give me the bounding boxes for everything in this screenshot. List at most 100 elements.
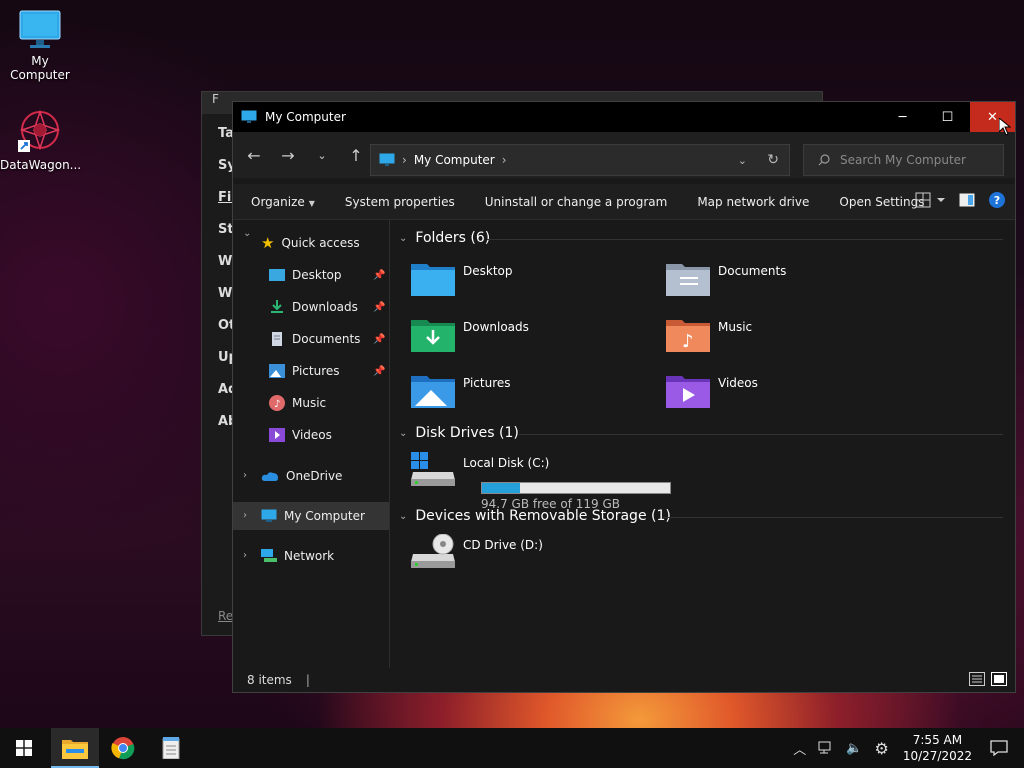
sidebar-item-desktop[interactable]: Desktop 📌 (269, 262, 389, 288)
sidebar-item-videos[interactable]: Videos (269, 422, 332, 448)
folder-tile-downloads[interactable]: Downloads (411, 316, 529, 352)
pictures-folder-icon (411, 376, 455, 408)
background-window-title: F (212, 92, 219, 106)
recent-locations-chevron-icon[interactable]: ⌄ (305, 149, 339, 162)
clock[interactable]: 7:55 AM 10/27/2022 (903, 732, 972, 764)
caret-down-icon: ▼ (308, 198, 315, 208)
address-bar[interactable]: › My Computer › ⌄ ↻ (370, 144, 790, 176)
sidebar-item-music[interactable]: ♪ Music (269, 390, 326, 416)
window-title: My Computer (265, 110, 346, 124)
window-titlebar[interactable]: My Computer ─ ☐ ✕ (233, 102, 1015, 132)
group-title: Disk Drives (1) (415, 425, 519, 441)
taskbar-notepad[interactable] (147, 728, 195, 768)
star-icon: ★ (261, 234, 275, 252)
documents-folder-icon (666, 264, 710, 296)
address-dropdown-chevron-icon[interactable]: ⌄ (738, 154, 747, 167)
mouse-cursor-icon (999, 118, 1011, 136)
folder-label: Pictures (463, 376, 511, 390)
chevron-up-icon[interactable]: ︿ (793, 739, 806, 758)
taskbar-file-explorer[interactable] (51, 728, 99, 768)
pin-icon[interactable]: 📌 (373, 270, 385, 281)
up-arrow-icon[interactable]: ↑ (339, 146, 373, 165)
chevron-right-icon[interactable]: › (243, 470, 247, 481)
sidebar-item-label: OneDrive (286, 469, 343, 483)
desktop-icon-label: DataWagon... (0, 158, 82, 172)
details-view-icon[interactable] (969, 672, 985, 686)
pin-icon[interactable]: 📌 (373, 334, 385, 345)
folder-tile-music[interactable]: ♪ Music (666, 316, 752, 352)
minimize-button[interactable]: ─ (880, 102, 925, 132)
desktop-icon-datawagon[interactable]: DataWagon... (0, 108, 82, 172)
desktop-folder-icon (269, 269, 285, 281)
chevron-down-icon[interactable]: ⌄ (243, 228, 251, 239)
map-network-drive-button[interactable]: Map network drive (682, 195, 824, 209)
folder-tile-pictures[interactable]: Pictures (411, 372, 511, 408)
windows-logo-icon (16, 740, 32, 756)
organize-button[interactable]: Organize ▼ (233, 195, 330, 209)
disk-usage-fill (482, 483, 520, 493)
desktop-folder-icon (411, 264, 455, 296)
folder-tile-videos[interactable]: Videos (666, 372, 758, 408)
view-controls: ? (915, 192, 1005, 208)
settings-gear-icon[interactable]: ⚙ (874, 739, 888, 758)
svg-text:♪: ♪ (274, 399, 280, 410)
cd-drive-icon (411, 534, 455, 568)
volume-icon[interactable]: 🔈 (846, 741, 862, 756)
chevron-right-icon[interactable]: › (243, 550, 247, 561)
preview-pane-icon[interactable] (959, 193, 975, 207)
chevron-right-icon[interactable]: › (502, 153, 507, 167)
pin-icon[interactable]: 📌 (373, 366, 385, 377)
help-icon[interactable]: ? (989, 192, 1005, 208)
chevron-right-icon[interactable]: › (402, 153, 407, 167)
notifications-icon[interactable] (990, 740, 1008, 756)
uninstall-program-button[interactable]: Uninstall or change a program (470, 195, 683, 209)
datawagon-shortcut-icon (18, 109, 61, 152)
maximize-button[interactable]: ☐ (925, 102, 970, 132)
sidebar-item-label: Desktop (292, 268, 342, 282)
breadcrumb-my-computer[interactable]: My Computer (414, 153, 495, 167)
chevron-right-icon[interactable]: › (243, 510, 247, 521)
back-arrow-icon[interactable]: ← (237, 146, 271, 165)
group-title: Devices with Removable Storage (1) (415, 508, 671, 524)
explorer-window: My Computer ─ ☐ ✕ ← → ⌄ ↑ › My Computer … (232, 101, 1016, 693)
group-header-removable[interactable]: ⌄ Devices with Removable Storage (1) (399, 508, 671, 524)
sidebar-item-label: Pictures (292, 364, 340, 378)
status-view-buttons (969, 672, 1007, 686)
search-box[interactable] (803, 144, 1004, 176)
search-input[interactable] (840, 153, 990, 167)
sidebar-item-pictures[interactable]: Pictures 📌 (269, 358, 389, 384)
sidebar-item-network[interactable]: Network (261, 543, 334, 569)
sidebar-item-quick-access[interactable]: ★ Quick access (261, 230, 360, 256)
folder-tile-desktop[interactable]: Desktop (411, 260, 513, 296)
pictures-folder-icon (269, 364, 285, 378)
folder-label: Videos (718, 376, 758, 390)
sidebar-item-documents[interactable]: Documents 📌 (269, 326, 389, 352)
organize-label: Organize (251, 194, 305, 209)
sidebar-item-downloads[interactable]: Downloads 📌 (269, 294, 389, 320)
downloads-folder-icon (271, 300, 283, 313)
group-header-disk-drives[interactable]: ⌄ Disk Drives (1) (399, 425, 519, 441)
network-icon (261, 549, 277, 562)
network-status-icon[interactable] (818, 741, 834, 755)
forward-arrow-icon[interactable]: → (271, 146, 305, 165)
navigation-pane: ⌄ ★ Quick access Desktop 📌 Downloads 📌 D… (233, 220, 390, 670)
sidebar-item-my-computer[interactable]: My Computer (261, 503, 365, 529)
pin-icon[interactable]: 📌 (373, 302, 385, 313)
refresh-icon[interactable]: ↻ (767, 152, 779, 168)
background-window-link[interactable]: Re (218, 609, 233, 623)
svg-text:♪: ♪ (682, 331, 694, 352)
group-header-folders[interactable]: ⌄ Folders (6) (399, 230, 490, 246)
change-view-icon[interactable] (915, 192, 945, 208)
drive-tile-cd-drive-d[interactable]: CD Drive (D:) (411, 534, 543, 570)
sidebar-item-label: Quick access (281, 236, 360, 250)
system-properties-button[interactable]: System properties (330, 195, 470, 209)
folder-label: Desktop (463, 264, 513, 278)
search-icon (818, 154, 830, 166)
start-button[interactable] (0, 728, 48, 768)
folder-tile-documents[interactable]: Documents (666, 260, 786, 296)
taskbar-chrome[interactable] (99, 728, 147, 768)
drive-tile-local-disk-c[interactable]: Local Disk (C:) 94.7 GB free of 119 GB (411, 452, 671, 514)
large-icons-view-icon[interactable] (991, 672, 1007, 686)
desktop-icon-my-computer[interactable]: My Computer (0, 10, 80, 82)
sidebar-item-onedrive[interactable]: OneDrive (261, 463, 342, 489)
